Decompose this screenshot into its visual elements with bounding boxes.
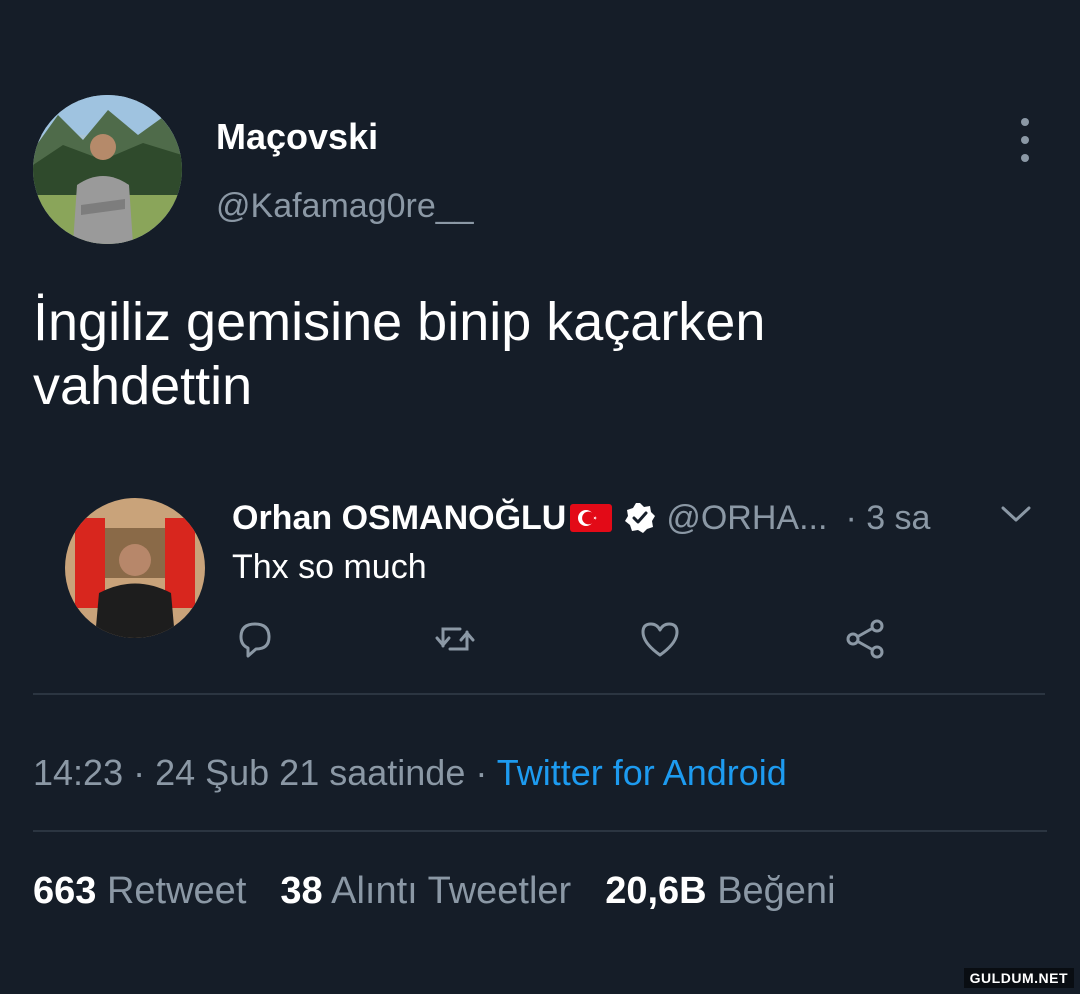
quoted-handle[interactable]: @ORHA... bbox=[666, 499, 827, 538]
more-dot bbox=[1021, 118, 1029, 126]
tweet-source-link[interactable]: Twitter for Android bbox=[497, 752, 787, 793]
watermark: GULDUM.NET bbox=[963, 968, 1074, 988]
quoted-header: Orhan OSMANOĞLU @ORHA... · 3 sa bbox=[232, 498, 1032, 538]
tweet-text-line: İngiliz gemisine binip kaçarken bbox=[33, 292, 766, 352]
engagement-stats: 663 Retweet 38 Alıntı Tweetler 20,6B Beğ… bbox=[33, 870, 870, 913]
quoted-tweet-card[interactable]: Orhan OSMANOĞLU @ORHA... · 3 sa Thx so m… bbox=[33, 480, 1045, 695]
tweet-meta: 14:23 · 24 Şub 21 saatinde · Twitter for… bbox=[33, 752, 787, 794]
quoted-author-avatar[interactable] bbox=[65, 498, 205, 638]
tweet-detail-page: Maçovski @Kafamag0re__ İngiliz gemisine … bbox=[0, 0, 1080, 994]
share-icon[interactable] bbox=[842, 616, 888, 662]
quoted-timestamp: · 3 sa bbox=[845, 498, 931, 537]
tweet-text: İngiliz gemisine binip kaçarken vahdetti… bbox=[33, 290, 1033, 418]
tweet-timestamp: 14:23 · 24 Şub 21 saatinde · bbox=[33, 752, 497, 793]
retweet-count[interactable]: 663 Retweet bbox=[33, 870, 246, 913]
verified-badge-icon bbox=[624, 502, 656, 534]
stat-label: Beğeni bbox=[717, 870, 836, 912]
chevron-down-icon[interactable] bbox=[1000, 504, 1032, 526]
quoted-action-bar bbox=[232, 616, 912, 666]
tweet-text-line: vahdettin bbox=[33, 356, 253, 416]
divider bbox=[33, 830, 1047, 832]
like-count[interactable]: 20,6B Beğeni bbox=[605, 870, 835, 913]
more-dot bbox=[1021, 136, 1029, 144]
author-avatar[interactable] bbox=[33, 95, 182, 244]
quote-tweet-count[interactable]: 38 Alıntı Tweetler bbox=[280, 870, 571, 913]
more-dot bbox=[1021, 154, 1029, 162]
turkey-flag-icon bbox=[570, 504, 613, 532]
author-display-name[interactable]: Maçovski bbox=[216, 116, 378, 158]
stat-label: Alıntı Tweetler bbox=[331, 870, 572, 912]
reply-icon[interactable] bbox=[232, 616, 278, 662]
author-handle[interactable]: @Kafamag0re__ bbox=[216, 187, 474, 226]
retweet-icon[interactable] bbox=[432, 616, 478, 662]
stat-count: 38 bbox=[280, 870, 323, 912]
more-vertical-icon[interactable] bbox=[1010, 118, 1040, 162]
stat-count: 663 bbox=[33, 870, 97, 912]
like-icon[interactable] bbox=[637, 616, 683, 662]
quoted-display-name[interactable]: Orhan OSMANOĞLU bbox=[232, 499, 566, 538]
stat-label: Retweet bbox=[106, 870, 247, 912]
quoted-text: Thx so much bbox=[232, 548, 427, 586]
stat-count: 20,6B bbox=[605, 870, 707, 912]
